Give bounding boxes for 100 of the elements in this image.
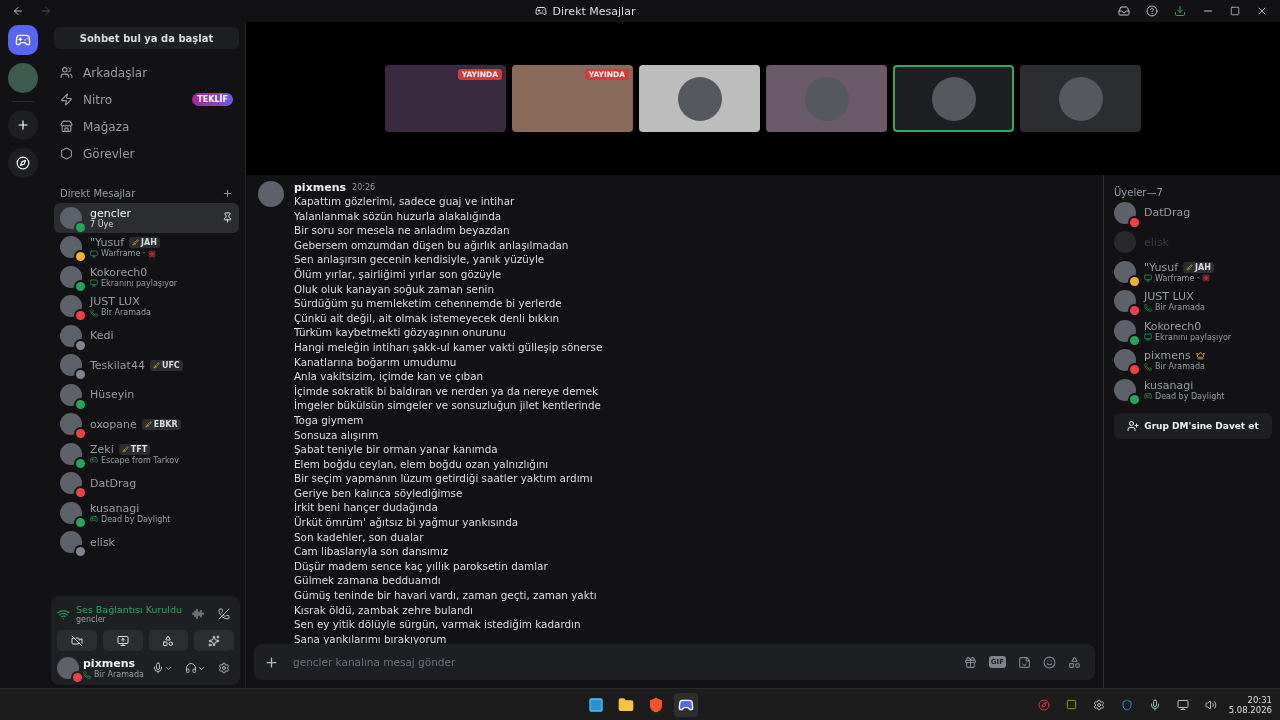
stream-tile[interactable] (766, 65, 887, 132)
message-line: İçimde sokratik bi baldıran ve nerden ya da nereye demek (294, 383, 600, 399)
dm-item[interactable]: oxopane EBKR (54, 409, 239, 439)
sword-icon (121, 445, 129, 453)
hexagon-icon (60, 147, 73, 160)
home-button[interactable] (8, 25, 38, 55)
message-line: Ürküt ömrüm' ağıtsız bi yağmur yankısında (294, 515, 520, 530)
add-icon[interactable] (222, 187, 233, 199)
screen-icon (1144, 333, 1152, 342)
phone-icon (90, 308, 98, 317)
member-name[interactable]: Kokorech0 (1144, 319, 1202, 333)
voice-channel: gencler (76, 615, 106, 624)
stream-tile[interactable] (1020, 65, 1141, 132)
controller-icon (15, 32, 31, 48)
stream-tile[interactable] (639, 65, 760, 132)
clock-date: 5.08.2026 (1228, 704, 1272, 715)
signal-icon (57, 607, 70, 621)
shapes-icon (162, 634, 175, 647)
dm-item[interactable]: Teskilat44 UFC (54, 350, 239, 380)
headphones-icon (185, 662, 197, 674)
bolt-icon (60, 93, 73, 106)
add-server-button[interactable] (8, 110, 38, 140)
member-name[interactable]: kusanagi (1144, 378, 1194, 392)
effects-button[interactable] (194, 630, 234, 651)
discover-button[interactable] (8, 148, 38, 178)
dm-item[interactable]: "Yusuf JAH Warframe · (54, 232, 239, 262)
activity-text: Ekranını paylaşıyor (1155, 332, 1232, 342)
compass-icon (16, 156, 30, 170)
dm-item[interactable]: Kokorech0 Ekranını paylaşıyor (54, 262, 239, 292)
chat-app-button[interactable] (674, 693, 698, 717)
folder-icon (618, 697, 634, 713)
dm-item[interactable]: Zeki TFT Escape from Tarkov (54, 439, 239, 469)
window-title: Direkt Mesajlar (552, 4, 636, 18)
shapes-icon[interactable] (1068, 655, 1081, 669)
dm-name: oxopane (90, 417, 137, 431)
message-line: İmgeler bükülsün simgeler ve sonsuzluğun jilet kentlerinde (294, 398, 602, 413)
sword-icon (132, 239, 140, 247)
avatar (60, 324, 82, 347)
member-name[interactable]: JUST LUX (1144, 290, 1194, 304)
dm-item[interactable]: Hüseyin (54, 380, 239, 410)
avatar (60, 501, 82, 524)
nav-item[interactable]: Arkadaşlar (54, 59, 239, 86)
gift-icon[interactable] (963, 655, 977, 669)
message-line: Elem boğdu ceylan, elem boğdu ozan yalnızlığını (294, 456, 550, 472)
server-button[interactable] (8, 63, 38, 93)
activity-text: Bir Aramada (101, 308, 151, 318)
message-line: Ölüm yırlar, şairliğimi yırlar son gözüyle (294, 266, 503, 282)
dm-name: kusanagi (90, 501, 140, 515)
square-icon (588, 697, 604, 713)
nav-item[interactable]: Mağaza (54, 113, 239, 140)
avatar (60, 206, 82, 229)
search-button[interactable]: Sohbet bul ya da başlat (54, 27, 239, 49)
dm-item[interactable]: DatDrag (54, 468, 239, 498)
monitor-icon (1176, 698, 1189, 711)
message-author: pixmens (294, 181, 347, 194)
nav-item[interactable]: Görevler (54, 140, 239, 167)
dm-item[interactable]: elisk (54, 527, 239, 557)
sparkles-icon (208, 634, 221, 647)
add-icon[interactable] (264, 654, 279, 670)
screen-share-icon (116, 634, 129, 647)
message-line: Kanatlarına boğarım umudumu (294, 354, 458, 370)
maximize-icon (1230, 6, 1240, 16)
shop-icon (60, 120, 73, 133)
avatar (60, 265, 82, 288)
sticker-icon[interactable] (1018, 655, 1031, 669)
camera-button[interactable] (57, 630, 97, 651)
avatar (1114, 260, 1136, 283)
member-name[interactable]: pixmens (1144, 349, 1191, 363)
members-header: Üyeler—7 (1114, 187, 1164, 198)
activities-button[interactable] (148, 630, 189, 651)
member-name[interactable]: "Yusuf (1144, 260, 1179, 274)
activity-text: Bir Aramada (94, 670, 144, 679)
square-icon (1065, 699, 1077, 710)
invite-button[interactable]: Grup DM'sine Davet et (1114, 412, 1272, 439)
avatar (60, 472, 82, 495)
message-line: Türküm kaybetmekti gözyaşının onurunu (294, 325, 507, 340)
avatar (1114, 349, 1136, 372)
share-screen-button[interactable] (102, 630, 143, 651)
nav-item[interactable]: Nitro TEKLİF (54, 86, 239, 113)
smile-icon[interactable] (1043, 655, 1056, 669)
dm-item[interactable]: Kedi (54, 321, 239, 351)
message-input[interactable]: gencler kanalına mesaj gönder (291, 655, 952, 669)
dm-item[interactable]: kusanagi Dead by Daylight (54, 498, 239, 528)
dm-name: JUST LUX (90, 295, 140, 309)
avatar (60, 413, 82, 436)
message-line: Anla vakitsizim, içimde kan ve çıban (294, 369, 485, 384)
member-name[interactable]: DatDrag (1144, 206, 1191, 220)
message-line: Kapattım gözlerimi, sadece guaj ve intihar (294, 194, 516, 209)
activity-text: Warframe · (101, 249, 146, 259)
dm-item[interactable]: gencler 7 Üye (54, 203, 239, 233)
gamepad-icon (90, 456, 98, 465)
activity-text: Ekranını paylaşıyor (101, 278, 178, 288)
settings-icon (218, 662, 230, 674)
message-line: Gebersem omzumdan düşen bu ağırlık anlaşılmadan (294, 237, 570, 253)
message-time: 20:26 (352, 183, 376, 192)
stream-tile[interactable] (893, 65, 1014, 132)
dm-item[interactable]: JUST LUX Bir Aramada (54, 291, 239, 321)
activity-text: Warframe · (1155, 273, 1200, 283)
avatar (1114, 201, 1136, 224)
dm-name: "Yusuf (90, 236, 125, 250)
